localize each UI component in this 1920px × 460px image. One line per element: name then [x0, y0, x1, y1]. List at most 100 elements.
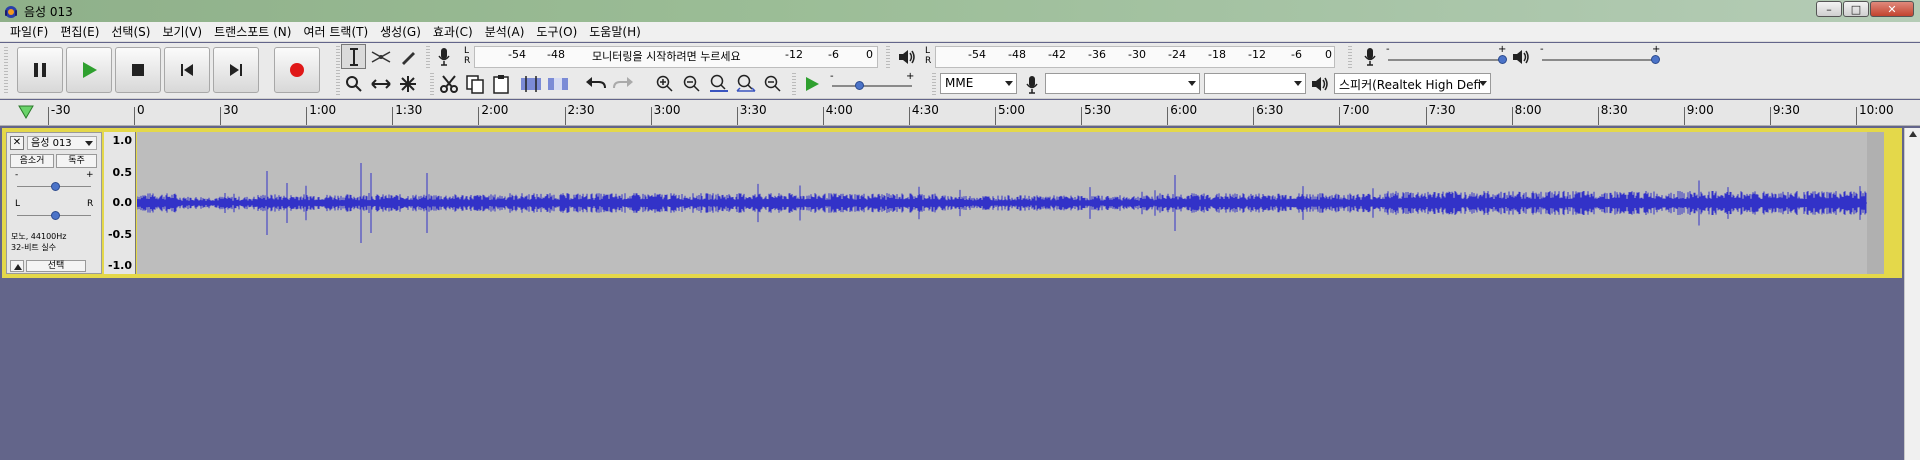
monitor-prompt[interactable]: 모니터링을 시작하려면 누르세요	[592, 48, 741, 64]
play-button[interactable]	[66, 47, 112, 93]
menu-file[interactable]: 파일(F)	[4, 23, 54, 40]
cut-button[interactable]	[436, 71, 461, 96]
recording-volume-slider[interactable]	[1388, 59, 1504, 61]
fit-project-button[interactable]	[733, 71, 758, 96]
toolbar-grip[interactable]	[4, 47, 8, 93]
play-speed-thumb[interactable]	[855, 81, 864, 90]
toolbar-grip[interactable]	[426, 46, 430, 68]
recording-volume-thumb[interactable]	[1498, 55, 1507, 64]
rec-meter-tick: -12	[785, 48, 803, 61]
redo-button[interactable]	[610, 71, 635, 96]
ruler-tick	[564, 107, 566, 125]
ruler-label: 9:30	[1772, 103, 1800, 117]
play-volume-min: -	[1540, 44, 1544, 55]
zoom-in-button[interactable]	[652, 71, 677, 96]
menu-effect[interactable]: 효과(C)	[427, 23, 479, 40]
minimize-button[interactable]: –	[1816, 1, 1842, 17]
waveform[interactable]	[137, 132, 1884, 274]
timeline-ruler[interactable]: -30 0 30 1:00 1:30 2:00 2:30 3:00 3:30 4:00 4:30 5:…	[0, 100, 1920, 126]
rec-meter-right-label: R	[464, 56, 471, 66]
mute-button[interactable]: 음소거	[10, 154, 54, 168]
toolbar-grip[interactable]	[792, 73, 796, 95]
pan-slider-thumb[interactable]	[51, 211, 60, 220]
menu-transport[interactable]: 트랜스포트 (N)	[208, 23, 297, 40]
skip-start-icon	[181, 64, 193, 76]
track-close-button[interactable]: ✕	[10, 136, 24, 150]
toolbar-grip[interactable]	[1348, 46, 1352, 68]
ruler-tick	[1253, 107, 1255, 125]
select-track-button[interactable]: 선택	[26, 260, 86, 272]
speaker-icon[interactable]	[898, 48, 916, 66]
record-button[interactable]	[274, 47, 320, 93]
microphone-icon[interactable]	[437, 47, 451, 67]
time-shift-tool[interactable]	[368, 71, 393, 96]
restore-button[interactable]: □	[1843, 1, 1869, 17]
ruler-tick	[134, 107, 135, 125]
playback-volume-thumb[interactable]	[1651, 55, 1660, 64]
audio-track[interactable]: ✕ 음성 013 음소거 독주 - + L R 모노, 44100Hz 32-비…	[2, 128, 1902, 278]
silence-button[interactable]	[545, 71, 570, 96]
amplitude-ruler[interactable]: 1.0 0.5 0.0 -0.5 -1.0	[104, 132, 136, 274]
menu-help[interactable]: 도움말(H)	[583, 23, 647, 40]
recording-device-select[interactable]	[1045, 73, 1200, 94]
track-name-button[interactable]: 음성 013	[27, 136, 97, 150]
playback-device-select[interactable]: 스피커(Realtek High Defi	[1334, 73, 1491, 94]
toolbar-grip[interactable]	[932, 73, 936, 95]
scrub-triangle-icon[interactable]	[18, 105, 34, 119]
double-arrow-icon	[370, 78, 391, 89]
skip-to-start-button[interactable]	[164, 47, 210, 93]
skip-to-end-button[interactable]	[213, 47, 259, 93]
track-control-panel[interactable]: ✕ 음성 013 음소거 독주 - + L R 모노, 44100Hz 32-비…	[6, 132, 102, 274]
menu-edit[interactable]: 편집(E)	[54, 23, 105, 40]
menu-select[interactable]: 선택(S)	[105, 23, 156, 40]
menu-tracks[interactable]: 여러 트랙(T)	[297, 23, 374, 40]
play-speed-slider[interactable]	[832, 85, 912, 87]
ruler-tick	[392, 107, 394, 125]
collapse-track-button[interactable]	[10, 260, 24, 272]
play-volume-max: +	[1652, 44, 1661, 55]
play-meter-tick: -42	[1048, 48, 1066, 61]
toolbar-grip[interactable]	[886, 46, 890, 68]
play-at-speed-button[interactable]	[799, 71, 824, 96]
zoom-out-button[interactable]	[679, 71, 704, 96]
gain-slider-thumb[interactable]	[51, 182, 60, 191]
envelope-tool[interactable]	[368, 44, 393, 69]
scroll-up-icon[interactable]	[1908, 130, 1918, 138]
fit-selection-button[interactable]	[706, 71, 731, 96]
draw-tool[interactable]	[395, 44, 420, 69]
playback-volume-slider[interactable]	[1542, 59, 1658, 61]
rec-volume-max: +	[1498, 44, 1507, 55]
gain-max-label: +	[86, 170, 94, 180]
menu-generate[interactable]: 생성(G)	[374, 23, 427, 40]
stop-button[interactable]	[115, 47, 161, 93]
menu-analyze[interactable]: 분석(A)	[479, 23, 531, 40]
ruler-tick	[822, 107, 824, 125]
toolbar-grip[interactable]	[336, 46, 340, 96]
waveform-area[interactable]	[137, 132, 1884, 274]
zoom-toggle-button[interactable]	[760, 71, 785, 96]
pan-left-label: L	[15, 199, 21, 209]
recording-channels-select[interactable]	[1204, 73, 1306, 94]
selection-tool[interactable]	[341, 44, 366, 69]
undo-button[interactable]	[583, 71, 608, 96]
copy-button[interactable]	[462, 71, 487, 96]
zoom-tool[interactable]	[341, 71, 366, 96]
audio-host-select[interactable]: MME	[940, 73, 1017, 94]
paste-button[interactable]	[488, 71, 513, 96]
microphone-icon	[1364, 48, 1376, 66]
menu-view[interactable]: 보기(V)	[156, 23, 208, 40]
menu-tools[interactable]: 도구(O)	[530, 23, 583, 40]
vertical-scrollbar[interactable]	[1904, 128, 1920, 460]
close-button[interactable]: ✕	[1870, 1, 1914, 17]
solo-button[interactable]: 독주	[56, 154, 97, 168]
menu-bar: 파일(F) 편집(E) 선택(S) 보기(V) 트랜스포트 (N) 여러 트랙(…	[0, 22, 1920, 42]
rec-volume-min: -	[1386, 44, 1390, 55]
play-meter-tick: -54	[968, 48, 986, 61]
ruler-label: 5:30	[1084, 103, 1112, 117]
toolbar-grip[interactable]	[430, 73, 434, 95]
ruler-label: 6:30	[1256, 103, 1284, 117]
multi-tool[interactable]	[395, 71, 420, 96]
play-meter-tick: -24	[1168, 48, 1186, 61]
trim-button[interactable]	[518, 71, 543, 96]
pause-button[interactable]	[17, 47, 63, 93]
